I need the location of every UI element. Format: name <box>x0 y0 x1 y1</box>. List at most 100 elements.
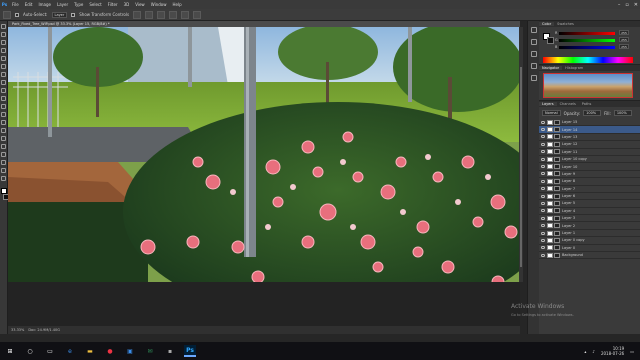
visibility-eye-icon[interactable] <box>541 253 545 257</box>
eyedropper-tool-icon[interactable] <box>1 64 6 69</box>
layer-mask-thumbnail[interactable] <box>554 186 560 192</box>
dodge-tool-icon[interactable] <box>1 128 6 133</box>
auto-select-checkbox[interactable] <box>15 12 19 17</box>
align-center-icon[interactable] <box>181 10 190 19</box>
layer-row[interactable]: Layer 3 <box>539 215 640 223</box>
close-icon[interactable]: ✕ <box>634 2 638 8</box>
properties-icon[interactable] <box>530 39 537 45</box>
slider-red-value[interactable]: 255 <box>619 30 629 35</box>
visibility-eye-icon[interactable] <box>541 201 545 205</box>
layer-row[interactable]: Layer 10 copy <box>539 156 640 164</box>
adjustments-icon[interactable] <box>530 51 537 57</box>
menu-layer[interactable]: Layer <box>54 2 71 7</box>
layer-mask-thumbnail[interactable] <box>554 215 560 221</box>
layer-row[interactable]: Layer 2 <box>539 222 640 230</box>
layer-row[interactable]: Layer 0 <box>539 245 640 253</box>
menu-window[interactable]: Window <box>148 2 170 7</box>
zoom-tool-icon[interactable] <box>1 176 6 181</box>
layer-row[interactable]: Layer 14 <box>539 126 640 134</box>
layer-mask-thumbnail[interactable] <box>554 208 560 214</box>
layer-row[interactable]: Layer 12 <box>539 141 640 149</box>
layer-mask-thumbnail[interactable] <box>554 171 560 177</box>
opacity-field[interactable]: 100% <box>583 110 602 116</box>
layer-row[interactable]: Layer 6 <box>539 193 640 201</box>
align-bottom-icon[interactable] <box>157 10 166 19</box>
photoshop-icon[interactable]: Ps <box>184 345 196 357</box>
tab-color[interactable]: Color <box>539 22 555 26</box>
history-brush-tool-icon[interactable] <box>1 96 6 101</box>
healing-brush-tool-icon[interactable] <box>1 72 6 77</box>
menu-3d[interactable]: 3D <box>121 2 133 7</box>
layer-mask-thumbnail[interactable] <box>554 156 560 162</box>
taskview-icon[interactable]: ▭ <box>44 345 56 357</box>
mail-icon[interactable]: ✉ <box>144 345 156 357</box>
path-select-tool-icon[interactable] <box>1 152 6 157</box>
slider-green-value[interactable]: 255 <box>619 37 629 42</box>
history-icon[interactable] <box>530 27 537 33</box>
tab-navigator[interactable]: Navigator <box>539 66 563 70</box>
tab-paths[interactable]: Paths <box>579 102 595 106</box>
menu-type[interactable]: Type <box>71 2 86 7</box>
terminal-icon[interactable]: ▪ <box>164 345 176 357</box>
move-tool-icon[interactable] <box>1 24 6 29</box>
visibility-eye-icon[interactable] <box>541 224 545 228</box>
layer-row[interactable]: Layer 10 <box>539 163 640 171</box>
notification-icon[interactable]: ▭ <box>630 349 634 354</box>
layer-row[interactable]: Layer 0 copy <box>539 237 640 245</box>
lasso-tool-icon[interactable] <box>1 40 6 45</box>
layer-row[interactable]: Layer 13 <box>539 134 640 142</box>
layer-mask-thumbnail[interactable] <box>554 141 560 147</box>
visibility-eye-icon[interactable] <box>541 120 545 124</box>
clock[interactable]: 10:19 2018-07-26 <box>601 346 624 356</box>
edge-icon[interactable]: e <box>64 345 76 357</box>
menu-select[interactable]: Select <box>86 2 104 7</box>
marquee-tool-icon[interactable] <box>1 32 6 37</box>
fill-field[interactable]: 100% <box>613 110 632 116</box>
character-icon[interactable] <box>530 75 537 81</box>
zoom-level[interactable]: 33.33% <box>11 328 24 332</box>
document-canvas[interactable] <box>8 27 520 282</box>
layer-row[interactable]: Layer 4 <box>539 208 640 216</box>
visibility-eye-icon[interactable] <box>541 142 545 146</box>
layer-row[interactable]: Layer 5 <box>539 200 640 208</box>
chrome-icon[interactable]: ● <box>104 345 116 357</box>
hand-tool-icon[interactable] <box>1 168 6 173</box>
search-icon[interactable]: ○ <box>24 345 36 357</box>
slider-blue[interactable]: B 255 <box>555 44 629 49</box>
pen-tool-icon[interactable] <box>1 136 6 141</box>
store-icon[interactable]: ▣ <box>124 345 136 357</box>
menu-file[interactable]: File <box>9 2 22 7</box>
menu-image[interactable]: Image <box>35 2 54 7</box>
shape-tool-icon[interactable] <box>1 160 6 165</box>
volume-icon[interactable]: ♪ <box>592 349 595 354</box>
blend-mode-dropdown[interactable]: Normal <box>542 110 561 116</box>
layer-mask-thumbnail[interactable] <box>554 119 560 125</box>
visibility-eye-icon[interactable] <box>541 179 545 183</box>
tab-swatches[interactable]: Swatches <box>554 22 577 26</box>
visibility-eye-icon[interactable] <box>541 165 545 169</box>
layer-mask-thumbnail[interactable] <box>554 134 560 140</box>
layer-mask-thumbnail[interactable] <box>554 245 560 251</box>
visibility-eye-icon[interactable] <box>541 187 545 191</box>
move-tool-icon[interactable] <box>3 10 11 19</box>
tab-histogram[interactable]: Histogram <box>562 66 586 70</box>
visibility-eye-icon[interactable] <box>541 216 545 220</box>
menu-view[interactable]: View <box>132 2 148 7</box>
layer-mask-thumbnail[interactable] <box>554 178 560 184</box>
minimize-icon[interactable]: – <box>618 2 621 8</box>
layer-row[interactable]: Layer 15 <box>539 119 640 127</box>
align-right-icon[interactable] <box>193 10 202 19</box>
layer-mask-thumbnail[interactable] <box>554 200 560 206</box>
clone-stamp-tool-icon[interactable] <box>1 88 6 93</box>
menu-filter[interactable]: Filter <box>105 2 121 7</box>
visibility-eye-icon[interactable] <box>541 135 545 139</box>
gradient-tool-icon[interactable] <box>1 112 6 117</box>
canvas-scrollbar[interactable] <box>519 27 523 282</box>
type-tool-icon[interactable] <box>1 144 6 149</box>
layer-mask-thumbnail[interactable] <box>554 230 560 236</box>
layer-mask-thumbnail[interactable] <box>554 149 560 155</box>
visibility-eye-icon[interactable] <box>541 231 545 235</box>
menu-edit[interactable]: Edit <box>22 2 36 7</box>
layer-row[interactable]: Layer 1 <box>539 230 640 238</box>
tab-channels[interactable]: Channels <box>557 102 579 106</box>
